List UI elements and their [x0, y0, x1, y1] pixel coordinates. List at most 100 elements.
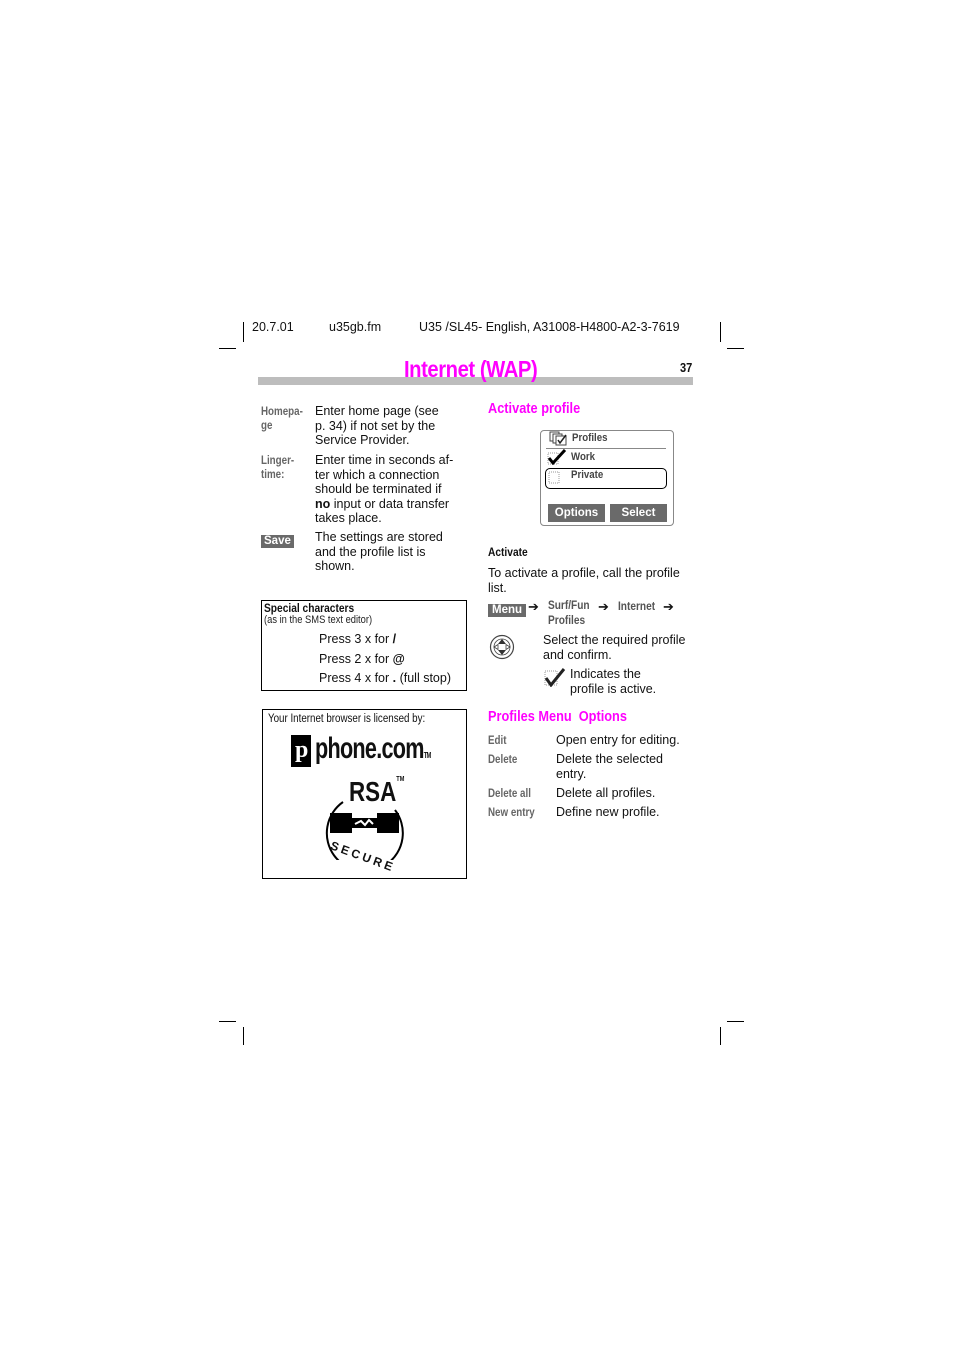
row-suffix: (full stop)	[396, 671, 452, 685]
term-linger-time: Linger- time:	[261, 454, 294, 482]
nav-step-profiles: Profiles	[548, 615, 586, 627]
activate-profile-heading: Activate profile	[488, 401, 581, 417]
trademark: TM	[423, 751, 432, 760]
license-caption: Your Internet browser is licensed by:	[268, 713, 426, 725]
special-char-row: Press 2 x for @	[319, 652, 405, 666]
desc-line: Indicates the	[570, 667, 641, 681]
desc-line: and confirm.	[543, 647, 612, 662]
phone-com-logo-mark: p	[291, 735, 311, 767]
profile-item-work[interactable]: Work	[571, 451, 595, 463]
desc-line: Delete the selected	[556, 752, 664, 766]
rsa-text: RSATM	[349, 776, 404, 808]
selection-highlight	[545, 468, 667, 489]
desc-line: The settings are stored	[315, 530, 443, 544]
logo-text: RSA	[349, 776, 397, 807]
row-text: Press 2 x for	[319, 652, 393, 666]
license-box: Your Internet browser is licensed by: p …	[262, 709, 467, 879]
special-characters-box: Special characters (as in the SMS text e…	[261, 600, 467, 691]
profiles-menu-options-heading: Profiles Menu Options	[488, 709, 627, 725]
crop-mark	[727, 1021, 744, 1022]
crop-mark	[219, 1021, 236, 1022]
option-desc-delete-all: Delete all profiles.	[556, 786, 655, 801]
desc-line: Select the required profile	[543, 633, 686, 647]
arrow-icon: ➔	[663, 599, 674, 614]
header-date: 20.7.01	[252, 320, 294, 334]
special-char-row: Press 4 x for . (full stop)	[319, 671, 451, 685]
crop-mark	[243, 1027, 244, 1045]
special-characters-subtitle: (as in the SMS text editor)	[264, 614, 373, 626]
row-char: @	[392, 652, 405, 666]
desc-save: The settings are stored and the profile …	[315, 530, 443, 574]
option-term-delete-all: Delete all	[488, 788, 531, 800]
phone-screen: Profiles Work Private Options Select	[540, 430, 674, 526]
desc-line: no input or data transfer	[315, 497, 453, 512]
desc-line: Enter home page (see	[315, 404, 439, 418]
crop-mark	[243, 322, 244, 342]
desc-line: list.	[488, 580, 507, 595]
desc-line: should be terminated if	[315, 482, 442, 496]
desc-line: shown.	[315, 559, 355, 573]
desc-line: Open entry for editing.	[556, 733, 680, 747]
row-text: Press 4 x for	[319, 671, 393, 685]
profiles-icon	[549, 431, 567, 446]
row-text: Press 3 x for	[319, 632, 393, 646]
nav-step-surf-fun: Surf/Fun	[548, 600, 590, 612]
trademark: TM	[396, 776, 405, 783]
crop-mark	[219, 348, 236, 349]
term-homepage: Homepa- ge	[261, 405, 303, 433]
profile-item-private[interactable]: Private	[571, 469, 603, 481]
desc-line: To activate a profile, call the profile	[488, 566, 680, 580]
save-softkey: Save	[261, 531, 294, 549]
desc-line: Enter time in seconds af-	[315, 453, 454, 467]
option-desc-delete: Delete the selected entry.	[556, 752, 663, 781]
desc-text: input or data transfer	[330, 496, 450, 511]
screen-title: Profiles	[572, 432, 608, 444]
option-term-new-entry: New entry	[488, 807, 535, 819]
term-line: Linger-	[261, 455, 295, 467]
desc-linger-time: Enter time in seconds af- ter which a co…	[315, 453, 453, 526]
navigation-key-icon	[489, 634, 515, 660]
desc-line: takes place.	[315, 511, 382, 525]
term-line: ge	[261, 420, 273, 432]
logo-text: phone.com	[315, 732, 424, 765]
nav-path: Menu ➔ Surf/Fun ➔ Internet ➔ Profiles	[488, 599, 698, 627]
crop-mark	[727, 348, 744, 349]
crop-mark	[720, 1027, 721, 1045]
arrow-icon: ➔	[528, 599, 539, 614]
desc-line: p. 34) if not set by the	[315, 418, 436, 433]
desc-line: profile is active.	[570, 681, 657, 696]
desc-line: ter which a connection	[315, 467, 440, 482]
page-number: 37	[680, 360, 693, 375]
phone-com-logo: phone.comTM	[315, 732, 431, 766]
active-check-icon	[544, 668, 566, 687]
inactive-box-icon	[548, 471, 560, 484]
special-char-row: Press 3 x for /	[319, 632, 396, 646]
page-title: Internet (WAP)	[404, 356, 538, 382]
desc-line: Delete all profiles.	[556, 786, 656, 800]
desc-line: and the profile list is	[315, 544, 426, 559]
save-key-label: Save	[261, 535, 294, 548]
option-term-delete: Delete	[488, 754, 518, 766]
option-term-edit: Edit	[488, 735, 507, 747]
active-check-icon	[547, 449, 567, 465]
header-file: u35gb.fm	[329, 320, 382, 334]
option-desc-new-entry: Define new profile.	[556, 805, 660, 820]
bold-word: no	[315, 496, 331, 511]
activate-subheading: Activate	[488, 545, 528, 559]
crop-mark	[720, 322, 721, 342]
menu-key: Menu	[488, 604, 527, 617]
arrow-icon: ➔	[598, 599, 609, 614]
header-doc-id: U35 /SL45- English, A31008-H4800-A2-3-76…	[419, 320, 680, 334]
select-softkey[interactable]: Select	[610, 504, 667, 522]
term-line: time:	[261, 469, 285, 481]
desc-line: Service Provider.	[315, 433, 410, 447]
option-desc-edit: Open entry for editing.	[556, 733, 680, 748]
activate-text: To activate a profile, call the profile …	[488, 566, 680, 595]
desc-line: entry.	[556, 766, 587, 781]
indicates-text: Indicates the profile is active.	[570, 667, 656, 696]
row-char: /	[392, 632, 397, 646]
rsa-secure-logo: RSATM SECURE	[325, 776, 405, 875]
desc-line: Define new profile.	[556, 805, 660, 819]
special-characters-title: Special characters	[264, 601, 355, 615]
options-softkey[interactable]: Options	[548, 504, 605, 522]
